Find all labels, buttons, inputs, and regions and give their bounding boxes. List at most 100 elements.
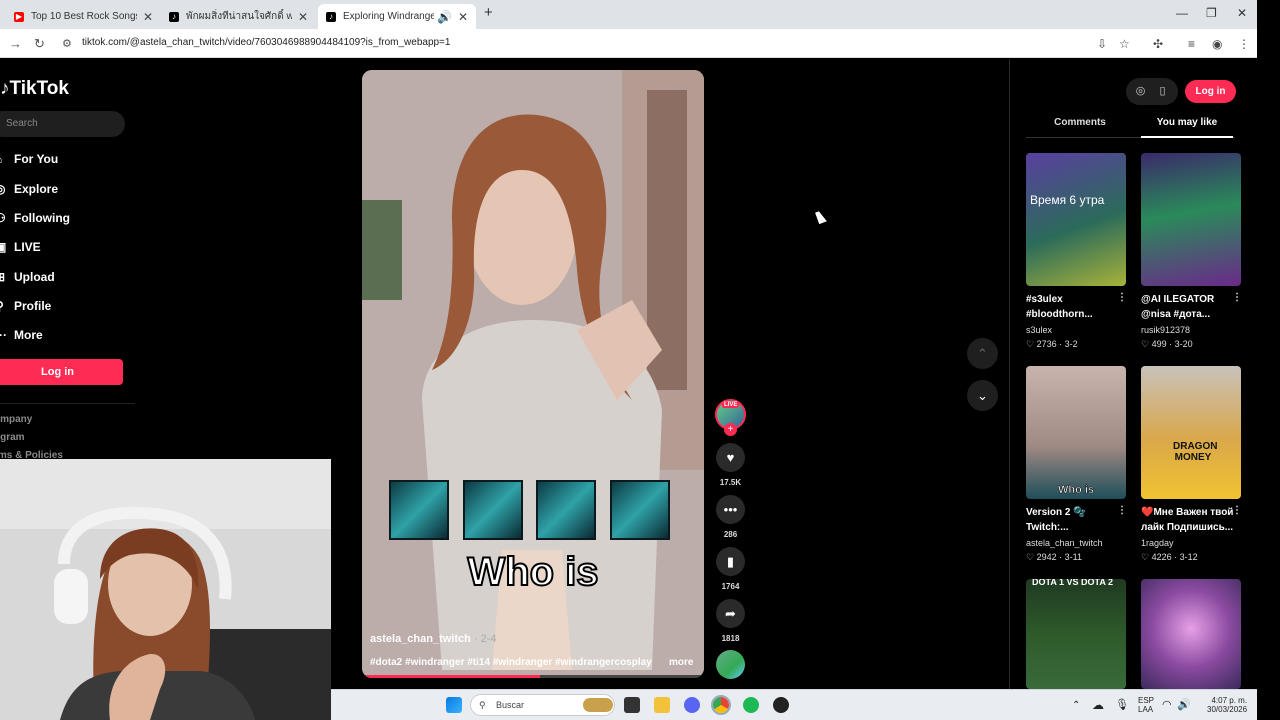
card-author[interactable]: astela_chan_twitch	[1026, 538, 1103, 548]
compass-icon[interactable]: ◎	[1131, 82, 1150, 101]
chrome-icon[interactable]	[711, 695, 731, 715]
comment-icon[interactable]: •••	[716, 495, 745, 524]
show-hidden-icons-chevron-icon[interactable]: ⌃	[1072, 700, 1080, 711]
sidebar-item-explore[interactable]: ◎ Explore	[0, 182, 58, 196]
tab-comments[interactable]: Comments	[1044, 117, 1116, 128]
author-name[interactable]: astela_chan_twitch	[370, 633, 471, 645]
sidebar-item-for-you[interactable]: ⌂ For You	[0, 152, 58, 166]
reload-icon[interactable]: ↻	[34, 36, 45, 52]
wifi-icon[interactable]: ◠	[1162, 698, 1172, 711]
account-icon[interactable]: ◉	[1212, 37, 1222, 51]
ability-icon	[536, 480, 596, 540]
install-app-icon[interactable]: ⇩	[1097, 37, 1107, 51]
windows-start-icon[interactable]	[446, 697, 462, 713]
footer-link-company[interactable]: ompany	[0, 414, 32, 425]
video-author[interactable]: astela_chan_twitch · 2-4	[370, 633, 497, 645]
browser-tab[interactable]: ♪ พักผมสิ่งทีน่าสนใจศักดิ์ w / @t2th ✕	[161, 4, 316, 29]
tiktok-favicon-icon: ♪	[326, 11, 336, 22]
following-icon: ⚇	[0, 211, 6, 225]
sidebar-item-live[interactable]: ▣ LIVE	[0, 240, 41, 254]
caption-more-button[interactable]: more	[669, 657, 693, 668]
login-button[interactable]: Log in	[0, 359, 123, 385]
video-card-thumbnail[interactable]: DRAGON MONEY	[1141, 366, 1241, 499]
video-card-thumbnail[interactable]	[1141, 579, 1241, 689]
video-card-thumbnail[interactable]: Who is	[1026, 366, 1126, 499]
like-heart-icon[interactable]: ♥	[716, 443, 745, 472]
task-view-icon[interactable]	[624, 697, 640, 713]
browser-tab-strip: ▶ Top 10 Best Rock Songs of 200 ✕ ♪ พักผ…	[0, 0, 1257, 29]
minimize-icon[interactable]: —	[1176, 6, 1188, 20]
card-author[interactable]: s3ulex	[1026, 325, 1052, 335]
close-window-icon[interactable]: ✕	[1237, 6, 1247, 20]
search-icon: ⚲	[479, 700, 486, 710]
close-tab-icon[interactable]: ✕	[298, 10, 308, 24]
card-more-icon[interactable]: ⋮	[1117, 505, 1127, 516]
new-tab-icon[interactable]: +	[484, 4, 493, 21]
close-tab-icon[interactable]: ✕	[143, 10, 153, 24]
forward-icon[interactable]: →	[9, 36, 22, 51]
tiktok-logo[interactable]: ♪TikTok	[0, 78, 69, 100]
browser-tab-active[interactable]: ♪ Exploring Windranger in D 🔊 ✕	[318, 4, 476, 29]
close-tab-icon[interactable]: ✕	[458, 10, 468, 24]
bookmark-star-icon[interactable]: ☆	[1119, 37, 1130, 51]
music-disc-icon[interactable]	[716, 650, 745, 679]
file-explorer-icon[interactable]	[654, 697, 670, 713]
card-more-icon[interactable]: ⋮	[1117, 292, 1127, 303]
speaker-icon[interactable]: 🔊	[437, 10, 452, 24]
browser-tab[interactable]: ▶ Top 10 Best Rock Songs of 200 ✕	[6, 4, 161, 29]
spotify-icon[interactable]	[743, 697, 759, 713]
card-title[interactable]: ❤️Мне Важен твой лайк Подпишись...	[1141, 505, 1236, 535]
onedrive-icon[interactable]: ☁	[1092, 698, 1104, 712]
video-progress-track[interactable]	[362, 675, 704, 678]
sidebar-item-label: Profile	[14, 299, 52, 313]
url-field[interactable]: tiktok.com/@astela_chan_twitch/video/760…	[82, 37, 450, 48]
card-author[interactable]: 1ragday	[1141, 538, 1174, 548]
login-button-top[interactable]: Log in	[1185, 80, 1236, 103]
discord-icon[interactable]	[684, 697, 700, 713]
card-more-icon[interactable]: ⋮	[1232, 505, 1242, 516]
browser-menu-icon[interactable]: ⋮	[1238, 37, 1250, 51]
phone-icon[interactable]: ▯	[1153, 82, 1172, 101]
sidebar-item-upload[interactable]: ⊞ Upload	[0, 270, 55, 284]
video-card-thumbnail[interactable]: DOTA 1 VS DOTA 2	[1026, 579, 1126, 689]
sidebar-item-following[interactable]: ⚇ Following	[0, 211, 70, 225]
live-icon: ▣	[0, 240, 7, 254]
language-indicator[interactable]: ESP LAA	[1138, 696, 1154, 714]
taskbar-clock[interactable]: 4:07 p. m. 30/03/2026	[1207, 696, 1247, 714]
follow-plus-icon[interactable]: +	[724, 423, 737, 436]
card-author[interactable]: rusik912378	[1141, 325, 1190, 335]
site-info-icon[interactable]: ⚙	[62, 37, 72, 50]
video-card-thumbnail[interactable]: Время 6 утра	[1026, 153, 1126, 286]
video-card-thumbnail[interactable]	[1141, 153, 1241, 286]
lang-code: ESP	[1138, 696, 1155, 705]
share-arrow-icon[interactable]: ➦	[716, 599, 745, 628]
footer-link-program[interactable]: ogram	[0, 432, 25, 443]
video-player[interactable]: Who is	[362, 70, 704, 678]
extensions-icon[interactable]: ✣	[1153, 37, 1163, 51]
media-control-icon[interactable]: ≡	[1188, 37, 1195, 51]
search-input[interactable]: Search	[0, 111, 125, 137]
maximize-icon[interactable]: ❐	[1206, 6, 1217, 20]
card-title[interactable]: @AI ILEGATOR @nisa #дота...	[1141, 292, 1236, 322]
microphone-icon[interactable]: 🎙	[1115, 698, 1129, 711]
home-icon: ⌂	[0, 152, 9, 166]
bookmark-icon[interactable]: ▮	[716, 547, 745, 576]
sidebar-item-profile[interactable]: ⚲ Profile	[0, 299, 51, 313]
next-video-chevron-down-icon[interactable]: ⌄	[967, 380, 998, 411]
heart-outline-icon: ♡	[1026, 552, 1035, 562]
tab-you-may-like[interactable]: You may like	[1141, 117, 1233, 128]
tab-title: พักผมสิ่งทีน่าสนใจศักดิ์ w / @t2th	[186, 11, 292, 22]
card-title[interactable]: Version 2 🫧 Twitch:...	[1026, 505, 1121, 535]
tiktok-logo-icon: ♪	[0, 78, 10, 99]
previous-video-chevron-up-icon[interactable]: ⌃	[967, 338, 998, 369]
card-title[interactable]: #s3ulex #bloodthorn...	[1026, 292, 1121, 322]
sidebar-item-more[interactable]: ··· More	[0, 328, 43, 342]
card-date: 3-20	[1174, 339, 1193, 349]
card-date: 3-11	[1064, 552, 1082, 562]
like-count: 17.5K	[719, 478, 742, 487]
card-more-icon[interactable]: ⋮	[1232, 292, 1242, 303]
volume-icon[interactable]: 🔊	[1177, 698, 1191, 711]
card-likes: 499	[1151, 339, 1167, 349]
steam-icon[interactable]	[773, 697, 789, 713]
video-hashtags[interactable]: #dota2 #windranger #ti14 #windranger #wi…	[370, 657, 652, 668]
